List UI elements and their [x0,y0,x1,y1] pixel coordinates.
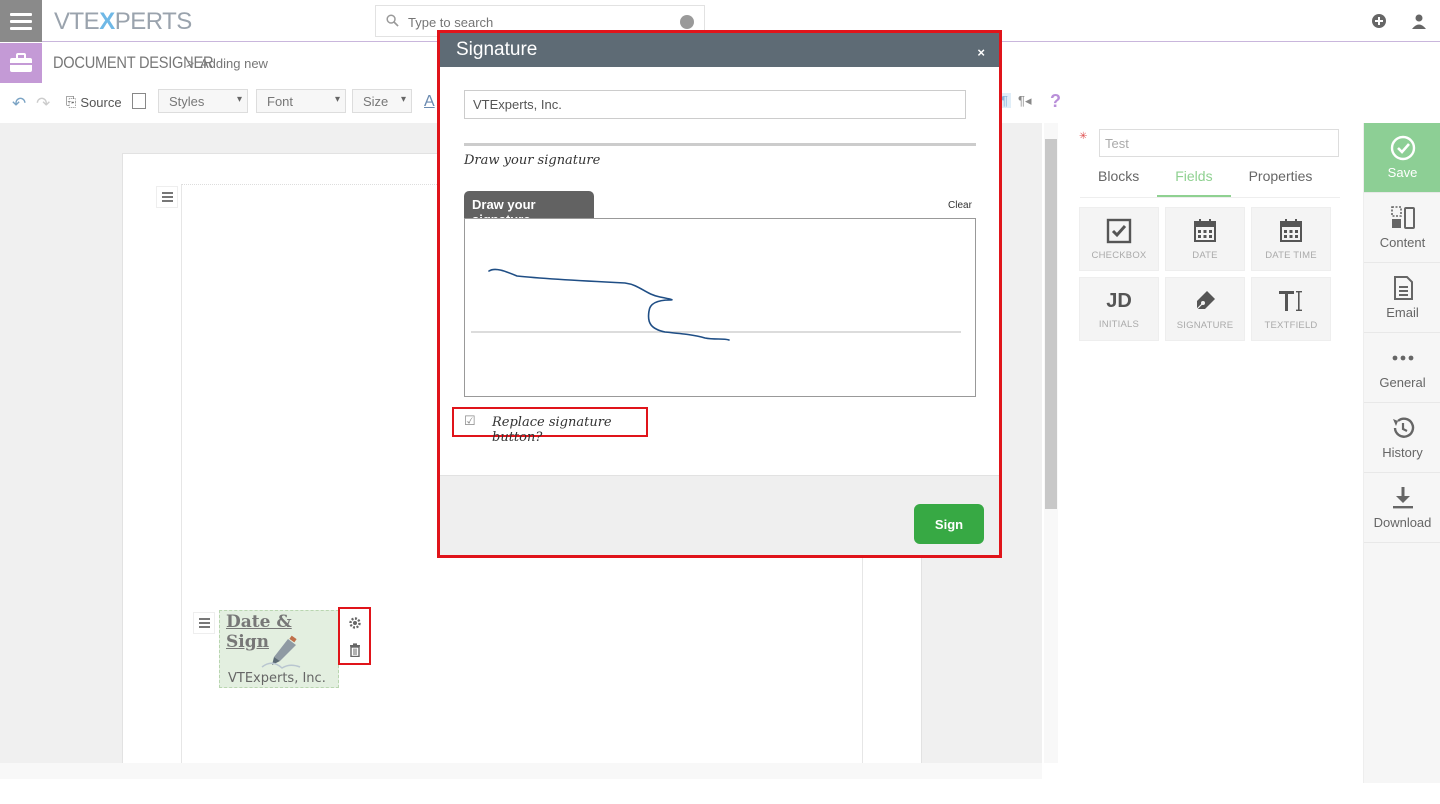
replace-button-option: ☑ Replace signature button? [452,407,648,445]
general-button[interactable]: General [1364,333,1440,403]
menu-icon[interactable] [0,0,42,42]
tab-fields[interactable]: Fields [1157,160,1231,197]
help-icon[interactable]: ? [1050,91,1061,112]
replace-button-label: Replace signature button? [492,415,612,445]
breadcrumb-current: Adding new [200,56,268,71]
document-name-input[interactable] [1099,129,1339,157]
breadcrumb-separator: > [186,55,195,71]
signature-pad[interactable] [464,218,976,397]
source-button[interactable]: ⎘ Source [66,94,122,110]
font-select[interactable]: Font [256,89,346,113]
history-button[interactable]: History [1364,403,1440,473]
modal-title: Signature [456,39,538,60]
pen-icon [1196,290,1215,309]
required-marker: ✳ [1079,131,1088,142]
signature-hint: Draw your signature [464,153,601,168]
modal-header: Signature × [440,33,999,67]
field-checkbox[interactable]: CHECKBOX [1079,207,1159,271]
trash-icon[interactable] [349,642,361,657]
field-label: DATE TIME [1265,249,1317,261]
download-icon [1392,487,1413,509]
save-label: Save [1387,165,1418,180]
divider [464,143,976,146]
text-cursor-icon [1279,290,1302,311]
sign-button[interactable]: Sign [914,504,984,544]
field-label: DATE [1192,249,1218,261]
text-color-icon[interactable]: A [424,93,435,111]
signer-name-input[interactable] [464,90,966,119]
app-logo[interactable]: VTEXPERTS [54,8,192,36]
email-label: Email [1386,305,1419,320]
download-label: Download [1373,515,1432,530]
size-select[interactable]: Size [352,89,412,113]
save-button[interactable]: Save [1364,123,1440,193]
field-textfield[interactable]: TEXTFIELD [1251,277,1331,341]
field-label: SIGNATURE [1176,319,1234,331]
source-label: Source [80,94,122,110]
download-button[interactable]: Download [1364,473,1440,543]
checkbox-checked-icon[interactable]: ☑ [464,413,476,429]
undo-icon[interactable]: ↶ [12,94,26,114]
date-sign-widget[interactable]: Date & Sign VTExperts, Inc. [219,610,339,688]
user-icon[interactable] [1410,12,1428,30]
calendar-icon [1194,218,1216,242]
block-handle-icon[interactable] [156,186,178,208]
checkbox-icon [1106,218,1132,243]
briefcase-icon [0,43,42,83]
more-icon [1392,355,1413,361]
close-icon[interactable]: × [977,45,985,60]
action-sidebar: Save Content Email General History Downl… [1363,123,1440,783]
widget-company: VTExperts, Inc. [228,671,326,686]
field-signature[interactable]: SIGNATURE [1165,277,1245,341]
field-label: TEXTFIELD [1264,319,1318,331]
modal-footer: Sign [440,475,999,555]
search-input[interactable] [408,12,668,32]
add-icon[interactable] [1370,12,1388,30]
search-dropdown-icon[interactable] [680,15,694,29]
widget-handle-icon[interactable] [193,612,215,634]
search-icon [386,14,399,27]
field-initials[interactable]: JD INITIALS [1079,277,1159,341]
email-button[interactable]: Email [1364,263,1440,333]
history-icon [1392,417,1414,438]
field-label: INITIALS [1098,318,1140,330]
check-circle-icon [1390,135,1415,161]
content-button[interactable]: Content [1364,193,1440,263]
field-date[interactable]: DATE [1165,207,1245,271]
source-icon: ⎘ [66,94,77,109]
copy-icon[interactable] [132,93,146,109]
field-palette: CHECKBOX DATE DATE TIME JD INITIALS SIGN… [1079,207,1331,341]
general-label: General [1379,375,1426,390]
rtl-icon[interactable]: ¶◂ [1018,93,1032,109]
initials-icon: JD [1106,289,1132,312]
horizontal-scrollbar[interactable] [0,763,1042,779]
history-label: History [1382,445,1423,460]
field-label: CHECKBOX [1091,249,1147,261]
vertical-scrollbar[interactable] [1044,123,1058,763]
styles-select[interactable]: Styles [158,89,248,113]
layout-icon [1390,206,1415,229]
field-datetime[interactable]: DATE TIME [1251,207,1331,271]
fountain-pen-icon [261,635,301,669]
panel-tabs: Blocks Fields Properties [1080,160,1340,198]
tab-properties[interactable]: Properties [1231,160,1331,197]
signature-modal: Signature × Draw your signature Draw you… [437,30,1002,558]
document-icon [1393,276,1413,300]
draw-signature-tab[interactable]: Draw your signature [464,191,594,227]
redo-icon[interactable]: ↷ [36,94,50,114]
gear-icon[interactable] [348,616,362,630]
content-label: Content [1379,235,1426,250]
signature-stroke [471,268,961,341]
clear-button[interactable]: Clear [948,200,972,211]
tab-blocks[interactable]: Blocks [1080,160,1157,197]
widget-actions [338,607,371,665]
calendar-icon [1280,218,1302,242]
